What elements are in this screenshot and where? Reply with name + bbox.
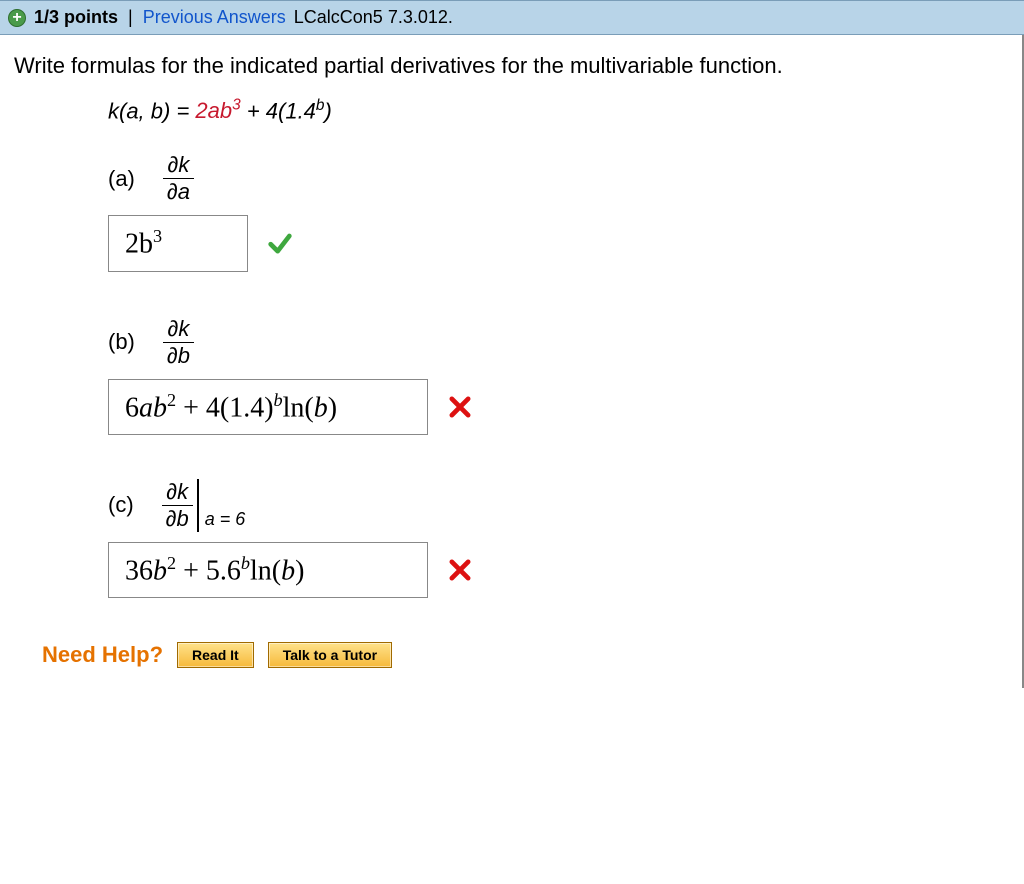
question-code: LCalcCon5 7.3.012. [294,7,453,28]
previous-answers-link[interactable]: Previous Answers [143,7,286,28]
question-header: + 1/3 points | Previous Answers LCalcCon… [0,0,1024,35]
partial-dk-db: ∂k ∂b [163,316,194,369]
question-prompt: Write formulas for the indicated partial… [14,53,1008,79]
answer-box-c[interactable]: 36b2 + 5.6bln(b) [108,542,428,598]
ans-c-seg6: ln( [250,555,281,586]
ans-b-seg1: 6 [125,392,139,423]
function-definition: k(a, b) = 2ab3 + 4(1.4b) [108,97,1008,124]
need-help-row: Need Help? Read It Talk to a Tutor [42,642,1008,668]
answer-a-exp: 3 [153,226,162,246]
function-term1-exp: 3 [232,97,241,114]
read-it-button[interactable]: Read It [177,642,254,668]
ans-b-seg5: b [274,390,283,410]
expand-icon[interactable]: + [8,9,26,27]
ans-c-seg3: 2 [167,553,176,573]
points-label: 1/3 points [34,7,118,28]
part-b: (b) ∂k ∂b 6ab2 + 4(1.4)bln(b) [108,316,1008,435]
function-term2: + 4(1.4 [241,98,316,123]
ans-c-seg8: ) [295,555,304,586]
ans-b-seg8: ) [328,392,337,423]
ans-c-seg2: b [153,555,167,586]
partial-denominator: ∂b [163,343,194,369]
partial-dk-da: ∂k ∂a [163,152,194,205]
partial-dk-db-eval: ∂k ∂b a = 6 [162,479,246,532]
separator: | [128,7,133,28]
partial-numerator: ∂k [163,152,194,179]
ans-c-seg1: 36 [125,555,153,586]
partial-denominator: ∂a [163,179,194,205]
ans-b-seg6: ln( [283,392,314,423]
check-icon [266,229,294,257]
ans-b-seg2: ab [139,392,167,423]
partial-denominator: ∂b [162,506,193,532]
function-close: ) [324,98,331,123]
ans-b-seg7: b [314,392,328,423]
cross-icon [446,556,474,584]
partial-numerator: ∂k [162,479,193,506]
ans-c-seg7: b [281,555,295,586]
ans-c-seg5: b [241,553,250,573]
part-c-label: (c) [108,492,134,518]
cross-icon [446,393,474,421]
partial-numerator: ∂k [163,316,194,343]
question-content: Write formulas for the indicated partial… [0,35,1024,688]
ans-b-seg4: + 4(1.4) [176,392,273,423]
need-help-label: Need Help? [42,642,163,668]
part-b-label: (b) [108,329,135,355]
ans-c-seg4: + 5.6 [176,555,241,586]
answer-a-base: 2b [125,229,153,260]
talk-to-tutor-button[interactable]: Talk to a Tutor [268,642,392,668]
part-a-label: (a) [108,166,135,192]
part-a: (a) ∂k ∂a 2b3 [108,152,1008,271]
function-prefix: k(a, b) = [108,98,195,123]
eval-at: a = 6 [197,479,246,532]
part-c: (c) ∂k ∂b a = 6 36b2 + 5.6bln(b) [108,479,1008,598]
answer-box-b[interactable]: 6ab2 + 4(1.4)bln(b) [108,379,428,435]
answer-box-a[interactable]: 2b3 [108,215,248,271]
ans-b-seg3: 2 [167,390,176,410]
function-term1: 2ab [195,98,232,123]
